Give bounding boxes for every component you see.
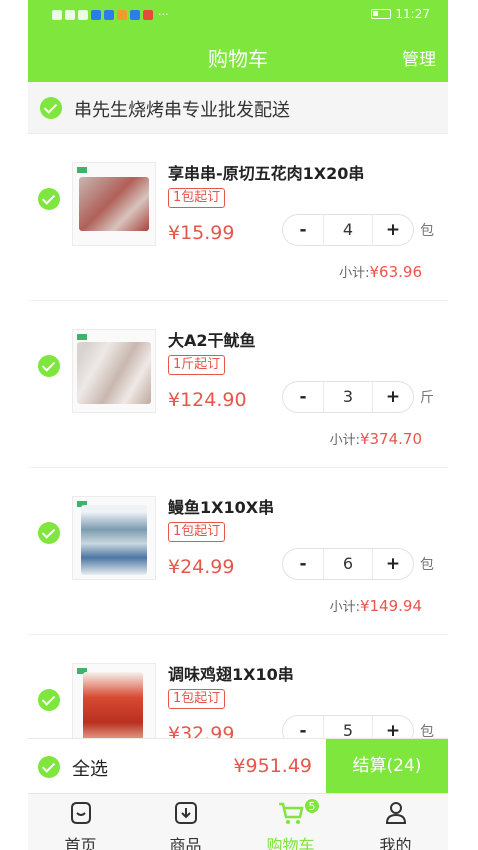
quantity-stepper: - 6 + [282,548,414,580]
sim-icon [52,9,62,20]
product-image[interactable] [72,329,156,413]
cart-item: 享串串-原切五花肉1X20串 1包起订 ¥15.99 - 4 + 包 小计:¥6… [28,134,448,301]
manage-button[interactable]: 管理 [402,45,436,70]
tab-products[interactable]: 商品 [133,794,238,850]
tab-label: 我的 [379,836,412,850]
tab-home[interactable]: 首页 [28,794,133,850]
product-name[interactable]: 鳗鱼1X10X串 [168,494,274,518]
app-notification-icon [117,9,127,20]
product-price: ¥24.99 [168,556,235,578]
unit-label: 包 [420,223,434,239]
cart-item: 鳗鱼1X10X串 1包起订 ¥24.99 - 6 + 包 小计:¥149.94 [28,468,448,635]
quantity-input[interactable]: 4 [323,215,373,245]
item-check-icon[interactable] [38,689,60,711]
product-name[interactable]: 调味鸡翅1X10串 [168,661,294,685]
tab-label: 商品 [169,836,202,850]
subtotal-label: 小计: [329,433,360,448]
profile-icon [385,802,406,824]
cart-screen: ··· 11:27 购物车 管理 串先生烧烤串专业批发配送 享串串-原切五花肉1… [28,0,448,850]
status-time: 11:27 [395,7,430,21]
cart-count-badge: 5 [304,798,320,814]
tab-bar: 首页 商品 5 购物车 我的 [28,793,448,850]
settle-button[interactable]: 结算(24) [326,739,448,794]
unit-label: 斤 [420,390,434,406]
select-all-check-icon[interactable] [38,756,60,778]
product-name[interactable]: 享串串-原切五花肉1X20串 [168,160,364,184]
subtotal: 小计:¥149.94 [330,596,422,615]
increase-button[interactable]: + [373,220,413,240]
telegram-icon [91,9,101,20]
decrease-button[interactable]: - [283,554,323,574]
home-icon [70,802,91,824]
quantity-stepper: - 4 + [282,214,414,246]
unit-label: 包 [420,557,434,573]
status-icons: ··· [52,8,169,21]
decrease-button[interactable]: - [283,387,323,407]
total-price: ¥951.49 [233,755,312,777]
cart-item: 大A2干鱿鱼 1斤起订 ¥124.90 - 3 + 斤 小计:¥374.70 [28,301,448,468]
tab-profile[interactable]: 我的 [343,794,448,850]
status-bar: ··· 11:27 [28,0,448,30]
select-all-label[interactable]: 全选 [72,755,108,781]
increase-button[interactable]: + [373,554,413,574]
min-order-badge: 1包起订 [168,522,226,542]
quantity-input[interactable]: 6 [323,549,373,579]
item-check-icon[interactable] [38,355,60,377]
more-notifications: ··· [158,8,169,21]
battery-icon [371,9,392,19]
item-check-icon[interactable] [38,188,60,210]
decrease-button[interactable]: - [283,220,323,240]
subtotal-label: 小计: [329,600,360,615]
min-order-badge: 1包起订 [168,188,226,208]
app-notification-icon [130,9,140,20]
quantity-input[interactable]: 3 [323,382,373,412]
product-price: ¥124.90 [168,389,247,411]
subtotal: 小计:¥374.70 [330,429,422,448]
subtotal: 小计:¥63.96 [339,262,422,281]
signal-icon [65,9,75,20]
app-header: 购物车 管理 [28,30,448,82]
min-order-badge: 1斤起订 [168,355,226,375]
tab-cart[interactable]: 5 购物车 [238,794,343,850]
product-price: ¥15.99 [168,222,235,244]
subtotal-value: ¥63.96 [369,263,423,281]
product-name[interactable]: 大A2干鱿鱼 [168,327,256,351]
item-check-icon[interactable] [38,522,60,544]
subtotal-value: ¥149.94 [359,597,422,615]
shop-row[interactable]: 串先生烧烤串专业批发配送 [28,82,448,134]
subtotal-value: ¥374.70 [359,430,422,448]
shop-check-icon[interactable] [40,97,62,119]
telegram-icon [104,9,114,20]
tab-label: 首页 [64,836,97,850]
increase-button[interactable]: + [373,387,413,407]
tab-label: 购物车 [266,836,315,850]
page-title: 购物车 [208,47,268,71]
min-order-badge: 1包起订 [168,689,226,709]
product-image[interactable] [72,496,156,580]
quantity-stepper: - 3 + [282,381,414,413]
wifi-icon [78,9,88,20]
subtotal-label: 小计: [339,266,370,281]
app-notification-icon [143,9,153,20]
shop-name: 串先生烧烤串专业批发配送 [74,100,290,121]
product-image[interactable] [72,663,156,747]
checkout-bar: 全选 ¥951.49 结算(24) [28,738,448,794]
cart-icon [278,802,304,824]
products-icon [174,802,197,824]
product-image[interactable] [72,162,156,246]
